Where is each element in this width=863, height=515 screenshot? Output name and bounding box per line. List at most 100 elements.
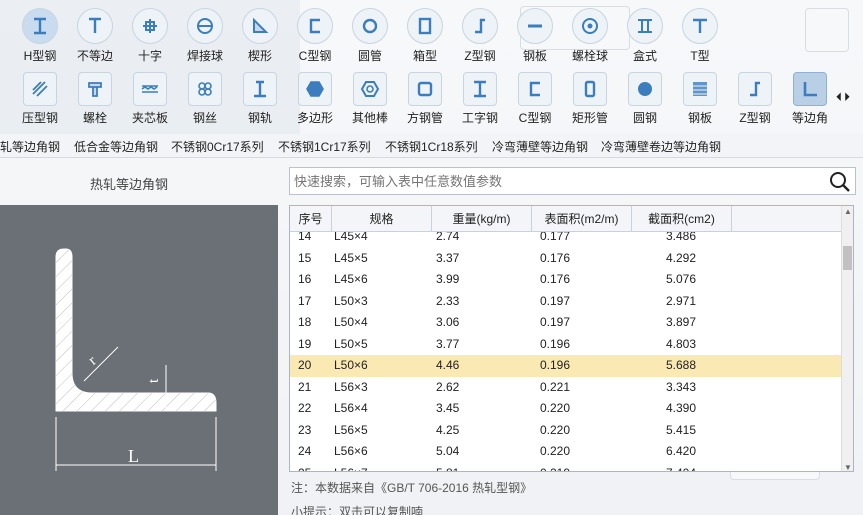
t-section-icon	[682, 8, 718, 44]
toolbar-item-rail[interactable]: 钢轨	[232, 72, 288, 126]
table-row[interactable]: 24 L56×6 5.04 0.220 6.420	[290, 441, 841, 463]
toolbar-item-profiled-steel[interactable]: 压型钢	[12, 72, 68, 126]
sandwich-panel-icon	[133, 72, 167, 106]
toolbar-item-polygon[interactable]: 多边形	[287, 72, 343, 126]
toolbar-item-label: 圆管	[357, 49, 382, 63]
toolbar-item-label: T型	[690, 49, 710, 63]
thickness-label: t	[146, 378, 162, 383]
category-stainless-1cr17[interactable]: 不锈钢1Cr17系列	[278, 138, 371, 155]
steel-wire-icon	[188, 72, 222, 106]
toolbar-item-bolt[interactable]: 螺栓	[67, 72, 123, 126]
col-header-section-area[interactable]: 截面积(cm2)	[632, 206, 732, 232]
scroll-thumb[interactable]	[843, 246, 852, 270]
cell-spec: L50×4	[334, 315, 368, 329]
z-steel-icon	[738, 72, 772, 106]
toolbar-item-steel-plate-2[interactable]: 钢板	[672, 72, 728, 126]
col-header-spec[interactable]: 规格	[332, 206, 432, 232]
cell-weight: 4.25	[436, 422, 460, 437]
toolbar-item-steel-plate[interactable]: 钢板	[507, 8, 563, 64]
table-row[interactable]: 19 L50×5 3.77 0.196 4.803	[290, 334, 841, 356]
table-row[interactable]: 23 L56×5 4.25 0.220 5.415	[290, 420, 841, 442]
toolbar-item-c-steel-2[interactable]: C型钢	[507, 72, 563, 126]
cell-weight: 5.81	[436, 463, 459, 472]
col-header-surface-area[interactable]: 表面积(m2/m)	[532, 206, 632, 232]
table-row[interactable]: 21 L56×3 2.62 0.221 3.343	[290, 377, 841, 399]
shape-toolbar-row-2: 压型钢 螺栓 夹芯板 钢丝 钢轨 多边形 其他棒 方钢管 工字钢 C型钢 矩形管	[0, 66, 863, 134]
cell-surface-area: 0.220	[540, 444, 571, 458]
category-cold-formed-lipped-angle[interactable]: 冷弯薄壁卷边等边角钢	[601, 138, 721, 155]
toolbar-item-i-beam[interactable]: 工字钢	[452, 72, 508, 126]
toolbar-item-label: 箱型	[412, 49, 437, 63]
table-row[interactable]: 18 L50×4 3.06 0.197 3.897	[290, 312, 841, 334]
cell-spec: L56×3	[334, 379, 368, 394]
toolbar-item-steel-wire[interactable]: 钢丝	[177, 72, 233, 126]
toolbar-item-round-tube[interactable]: 圆管	[342, 8, 398, 64]
cell-section-area: 5.415	[666, 422, 697, 437]
cell-surface-area: 0.221	[540, 379, 571, 394]
bolt-ball-icon	[572, 8, 608, 44]
toolbar-item-label: 等边角	[791, 111, 828, 125]
toolbar-item-label: 螺栓球	[571, 49, 608, 63]
cell-weight: 2.33	[436, 293, 460, 308]
scroll-up-icon[interactable]: ▲	[844, 207, 852, 216]
table-row[interactable]: 20 L50×6 4.46 0.196 5.688	[290, 355, 841, 377]
toolbar-item-h-steel[interactable]: H型钢	[12, 8, 68, 64]
round-tube-icon	[352, 8, 388, 44]
toolbar-item-equal-angle[interactable]: 等边角	[782, 72, 838, 126]
toolbar-item-bolt-ball[interactable]: 螺栓球	[562, 8, 618, 64]
scroll-down-icon[interactable]: ▼	[844, 463, 852, 471]
table-row[interactable]: 17 L50×3 2.33 0.197 2.971	[290, 291, 841, 313]
toolbar-item-c-steel[interactable]: C型钢	[287, 8, 343, 64]
toolbar-item-box-type[interactable]: 盒式	[617, 8, 673, 64]
toolbar-item-z-steel[interactable]: Z型钢	[452, 8, 508, 64]
toolbar-item-rect-tube[interactable]: 矩形管	[562, 72, 618, 126]
cell-section-area: 3.897	[666, 315, 697, 329]
cell-surface-area: 0.220	[540, 401, 571, 415]
cell-seq: 21	[298, 379, 312, 394]
category-cold-formed-equal-angle[interactable]: 冷弯薄壁等边角钢	[492, 138, 588, 155]
cell-section-area: 7.404	[666, 463, 696, 472]
category-stainless-1cr18[interactable]: 不锈钢1Cr18系列	[385, 138, 478, 155]
weld-ball-icon	[187, 8, 223, 44]
cell-section-area: 4.803	[666, 336, 697, 351]
toolbar-item-unequal-angle[interactable]: 不等边	[67, 8, 123, 64]
c-steel-icon	[297, 8, 333, 44]
table-row[interactable]: 15 L45×5 3.37 0.176 4.292	[290, 248, 841, 270]
round-bar-icon	[628, 72, 662, 106]
cell-surface-area: 0.219	[540, 463, 570, 472]
toolbar-item-z-steel-2[interactable]: Z型钢	[727, 72, 783, 126]
cell-spec: L45×6	[334, 272, 368, 286]
table-row[interactable]: 25 L56×7 5.81 0.219 7.404	[290, 463, 841, 472]
toolbar-item-square-tube[interactable]: 方钢管	[397, 72, 453, 126]
toolbar-scroll-arrows[interactable]: ⏴⏵	[836, 90, 852, 105]
category-hot-rolled-equal-angle[interactable]: 轧等边角钢	[0, 138, 60, 155]
bolt-icon	[78, 72, 112, 106]
toolbar-item-label: C型钢	[298, 49, 332, 63]
cell-section-area: 5.076	[666, 272, 697, 286]
cell-weight: 4.46	[436, 358, 460, 372]
toolbar-item-cross[interactable]: 十字	[122, 8, 178, 64]
toolbar-item-weld-ball[interactable]: 焊接球	[177, 8, 233, 64]
cell-section-area: 3.343	[666, 379, 697, 394]
cell-spec: L50×5	[334, 336, 368, 351]
copy-tip: 小提示：双击可以复制喃	[291, 505, 424, 515]
toolbar-item-wedge[interactable]: 楔形	[232, 8, 288, 64]
table-row[interactable]: 22 L56×4 3.45 0.220 4.390	[290, 398, 841, 420]
cell-weight: 3.77	[436, 336, 460, 351]
search-icon[interactable]	[829, 171, 851, 193]
toolbar-item-round-bar[interactable]: 圆钢	[617, 72, 673, 126]
category-bar: 轧等边角钢 低合金等边角钢 不锈钢0Cr17系列 不锈钢1Cr17系列 不锈钢1…	[0, 134, 863, 158]
toolbar-item-box-section[interactable]: 箱型	[397, 8, 453, 64]
col-header-weight[interactable]: 重量(kg/m)	[432, 206, 532, 232]
toolbar-item-label: H型钢	[23, 49, 57, 63]
category-low-alloy-equal-angle[interactable]: 低合金等边角钢	[74, 138, 158, 155]
cell-seq: 23	[298, 422, 312, 437]
category-stainless-0cr17[interactable]: 不锈钢0Cr17系列	[171, 138, 264, 155]
toolbar-item-other-bar[interactable]: 其他棒	[342, 72, 398, 126]
col-header-seq[interactable]: 序号	[290, 206, 332, 232]
toolbar-item-t-section[interactable]: T型	[672, 8, 728, 64]
table-row[interactable]: 16 L45×6 3.99 0.176 5.076	[290, 269, 841, 291]
toolbar-item-sandwich-panel[interactable]: 夹芯板	[122, 72, 178, 126]
search-input[interactable]	[290, 168, 820, 194]
table-scrollbar[interactable]: ▲ ▼	[841, 206, 853, 471]
